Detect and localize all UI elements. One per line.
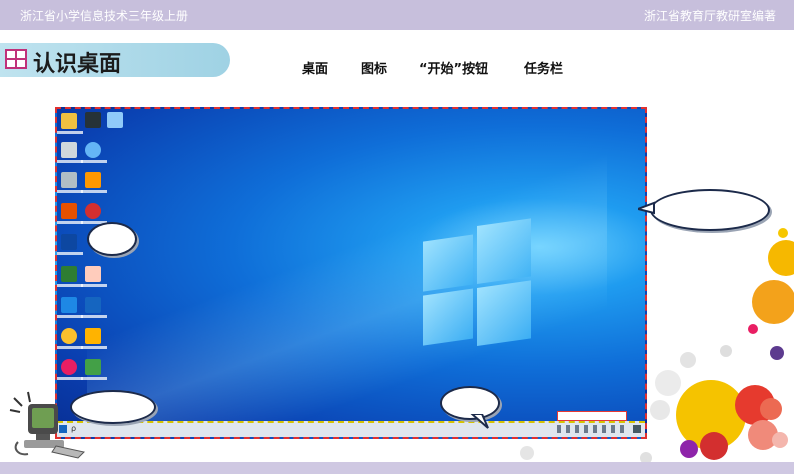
publisher-text: 浙江省教育厅教研室编著: [643, 9, 776, 23]
callout-bubble-taskbar: [440, 386, 500, 429]
desktop-icon[interactable]: [85, 172, 101, 188]
cartoon-computer-icon: [9, 391, 86, 459]
system-tray[interactable]: [557, 425, 627, 433]
desktop-icon[interactable]: [61, 359, 77, 375]
desktop-icon[interactable]: [85, 297, 101, 313]
desktop-icon[interactable]: [85, 328, 101, 344]
lesson-title: 认识桌面: [33, 52, 122, 77]
top-banner: 浙江省小学信息技术三年级上册 浙江省教育厅教研室编著: [0, 0, 794, 30]
windows-logo-icon: [423, 218, 531, 346]
bubble-tail: [638, 201, 655, 215]
window-grid-icon: [5, 49, 27, 69]
desktop-icon[interactable]: [85, 203, 101, 219]
desktop-icon[interactable]: [61, 234, 77, 250]
vocab-icon[interactable]: 图标: [361, 58, 387, 77]
desktop-icon[interactable]: [61, 297, 77, 313]
desktop-icon[interactable]: [85, 142, 101, 158]
callout-bubble-icon: [87, 222, 137, 256]
desktop-icon[interactable]: [61, 266, 77, 282]
desktop-screenshot: ρ: [55, 107, 647, 439]
desktop-icon[interactable]: [107, 112, 123, 128]
bubble-tail: [470, 414, 489, 429]
lesson-title-tab: 认识桌面: [0, 43, 230, 77]
vocab-taskbar[interactable]: 任务栏: [524, 58, 563, 77]
bottom-banner: [0, 462, 794, 474]
desktop-icon[interactable]: [61, 113, 77, 129]
desktop-icon[interactable]: [61, 203, 77, 219]
desktop-icon[interactable]: [85, 112, 101, 128]
desktop-icon[interactable]: [85, 359, 101, 375]
notification-icon[interactable]: [633, 425, 641, 433]
textbook-title: 浙江省小学信息技术三年级上册: [20, 9, 189, 23]
input-method-bar[interactable]: [557, 411, 627, 421]
vocab-start-button[interactable]: “开始”按钮: [419, 58, 488, 77]
desktop-icon[interactable]: [61, 142, 77, 158]
callout-bubble-desktop: [638, 189, 770, 231]
desktop-icon[interactable]: [61, 172, 77, 188]
taskbar[interactable]: ρ: [57, 421, 645, 437]
vocab-desktop[interactable]: 桌面: [302, 58, 328, 77]
desktop-icon[interactable]: [85, 266, 101, 282]
desktop-icon[interactable]: [61, 328, 77, 344]
